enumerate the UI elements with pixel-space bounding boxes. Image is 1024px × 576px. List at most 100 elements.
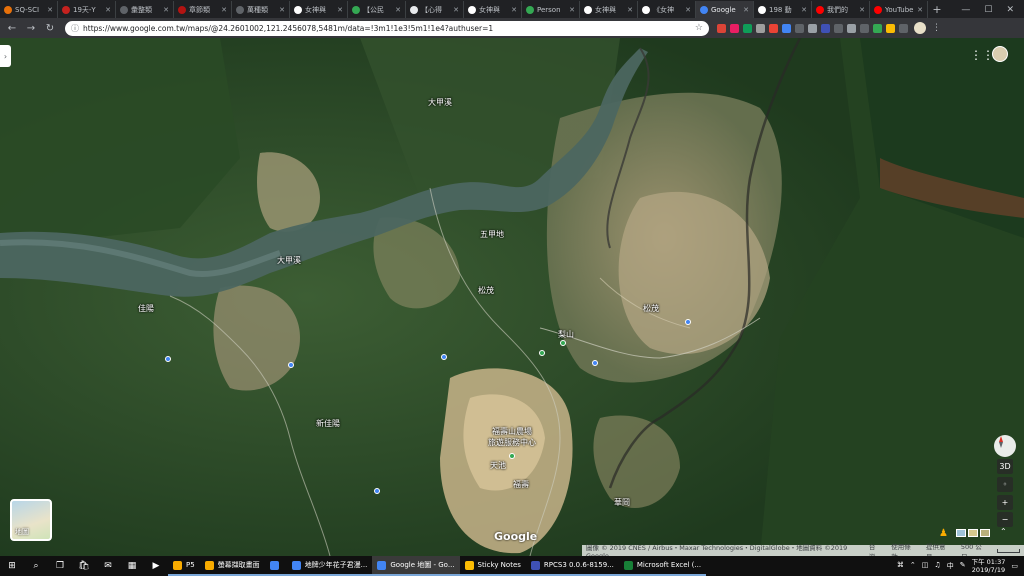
browser-tab[interactable]: 女神與 ✕ xyxy=(464,1,522,18)
collapse-side-panel-button[interactable]: › xyxy=(0,45,11,67)
location-pin[interactable] xyxy=(288,362,294,368)
tilt-3d-button[interactable]: 3D xyxy=(997,459,1013,474)
place-label[interactable]: 福壽山農場 xyxy=(492,426,532,437)
extension-icon[interactable] xyxy=(769,23,778,33)
tray-icon[interactable]: ♫ xyxy=(934,561,940,571)
browser-tab[interactable]: Google ✕ xyxy=(696,1,754,18)
new-tab-button[interactable]: + xyxy=(928,1,946,18)
extension-icon[interactable] xyxy=(834,23,843,33)
thumbnail-2[interactable] xyxy=(968,529,978,537)
store-icon[interactable]: 🛍 xyxy=(72,556,96,576)
scale-label[interactable]: 500 公尺 xyxy=(961,541,987,557)
address-bar[interactable]: ⓘ https://www.google.com.tw/maps/@24.260… xyxy=(65,20,709,36)
tray-icon[interactable]: ⌃ xyxy=(910,561,916,571)
taskbar-app[interactable]: P5 xyxy=(168,556,200,576)
apps-grid-icon[interactable]: ⋮⋮ xyxy=(970,48,994,62)
tray-icon[interactable]: ⌘ xyxy=(897,561,904,571)
browser-tab[interactable]: SQ-SCI ✕ xyxy=(0,1,58,18)
tray-icon[interactable]: ◫ xyxy=(922,561,929,571)
extension-icon[interactable] xyxy=(743,23,752,33)
place-label[interactable]: 華岡 xyxy=(614,497,630,508)
taskbar-app[interactable]: 地牌少年花子君漫... xyxy=(286,556,373,576)
browser-tab[interactable]: 我們的 ✕ xyxy=(812,1,870,18)
place-label[interactable]: 松茂 xyxy=(478,285,494,296)
browser-tab[interactable]: 【公民 ✕ xyxy=(348,1,406,18)
place-label[interactable]: 大甲溪 xyxy=(277,255,301,266)
compass-button[interactable] xyxy=(994,435,1016,457)
tab-close-icon[interactable]: ✕ xyxy=(743,6,749,14)
location-pin[interactable] xyxy=(560,340,566,346)
location-pin[interactable] xyxy=(509,453,515,459)
extension-icon[interactable] xyxy=(730,23,739,33)
place-label[interactable]: 新佳陽 xyxy=(316,418,340,429)
thumbnail-3[interactable] xyxy=(980,529,990,537)
minimize-button[interactable]: — xyxy=(961,5,970,15)
thumbnail-1[interactable] xyxy=(956,529,966,537)
browser-tab[interactable]: 女神與 ✕ xyxy=(580,1,638,18)
place-label[interactable]: 天池 xyxy=(490,460,506,471)
tab-close-icon[interactable]: ✕ xyxy=(685,6,691,14)
tab-close-icon[interactable]: ✕ xyxy=(859,6,865,14)
location-pin[interactable] xyxy=(685,319,691,325)
satellite-map[interactable]: 五甲地 佳陽 松茂 松茂 梨山 新佳陽 福壽山農場 旅遊服務中心 天池 福壽 華岡 大甲溪 大甲溪 › … xyxy=(0,38,1024,556)
place-label[interactable]: 大甲溪 xyxy=(428,97,452,108)
tab-close-icon[interactable]: ✕ xyxy=(627,6,633,14)
layers-toggle[interactable]: 地圖 xyxy=(10,499,52,541)
browser-tab[interactable]: 198 動 ✕ xyxy=(754,1,812,18)
location-pin[interactable] xyxy=(592,360,598,366)
tab-close-icon[interactable]: ✕ xyxy=(47,6,53,14)
start-icon[interactable]: ⊞ xyxy=(0,556,24,576)
extension-icon[interactable] xyxy=(860,23,869,33)
browser-tab[interactable]: 《女神 ✕ xyxy=(638,1,696,18)
media-icon[interactable]: ▶ xyxy=(144,556,168,576)
browser-tab[interactable]: 彙整類 ✕ xyxy=(116,1,174,18)
info-icon[interactable]: ⓘ xyxy=(71,23,79,34)
expand-icon[interactable]: ⌃ xyxy=(1000,527,1007,536)
pegman-icon[interactable]: ♟ xyxy=(939,528,949,540)
place-label[interactable]: 五甲地 xyxy=(480,229,504,240)
extension-icon[interactable] xyxy=(873,23,882,33)
tab-close-icon[interactable]: ✕ xyxy=(569,6,575,14)
place-label[interactable]: 福壽 xyxy=(513,479,529,490)
tray-icon[interactable]: 中 xyxy=(947,561,954,571)
tray-icon[interactable]: ✎ xyxy=(960,561,966,571)
taskbar-app[interactable] xyxy=(264,556,287,576)
tab-close-icon[interactable]: ✕ xyxy=(221,6,227,14)
back-icon[interactable]: ← xyxy=(4,20,20,36)
star-icon[interactable]: ☆ xyxy=(695,23,703,33)
extension-icon[interactable] xyxy=(795,23,804,33)
forward-icon[interactable]: → xyxy=(23,20,39,36)
tab-close-icon[interactable]: ✕ xyxy=(511,6,517,14)
tab-close-icon[interactable]: ✕ xyxy=(279,6,285,14)
tab-close-icon[interactable]: ✕ xyxy=(105,6,111,14)
browser-tab[interactable]: 萬種類 ✕ xyxy=(232,1,290,18)
extension-icon[interactable] xyxy=(717,23,726,33)
tab-close-icon[interactable]: ✕ xyxy=(801,6,807,14)
zoom-out-button[interactable]: − xyxy=(997,512,1013,527)
place-label[interactable]: 梨山 xyxy=(558,329,574,340)
taskbar-app[interactable]: RPCS3 0.0.6-8159... xyxy=(525,556,619,576)
extension-icon[interactable] xyxy=(886,23,895,33)
tab-close-icon[interactable]: ✕ xyxy=(395,6,401,14)
tab-close-icon[interactable]: ✕ xyxy=(163,6,169,14)
extension-icon[interactable] xyxy=(821,23,830,33)
location-pin[interactable] xyxy=(441,354,447,360)
place-label[interactable]: 松茂 xyxy=(643,303,659,314)
tab-close-icon[interactable]: ✕ xyxy=(453,6,459,14)
calculator-icon[interactable]: ▦ xyxy=(120,556,144,576)
location-pin[interactable] xyxy=(539,350,545,356)
browser-tab[interactable]: 章節類 ✕ xyxy=(174,1,232,18)
extension-icon[interactable] xyxy=(756,23,765,33)
browser-tab[interactable]: 女神與 ✕ xyxy=(290,1,348,18)
extension-icon[interactable] xyxy=(808,23,817,33)
browser-tab[interactable]: Person ✕ xyxy=(522,1,580,18)
taskbar-app[interactable]: Sticky Notes xyxy=(459,556,526,576)
browser-tab[interactable]: 【心得 ✕ xyxy=(406,1,464,18)
place-label[interactable]: 佳陽 xyxy=(138,303,154,314)
extension-icon[interactable] xyxy=(847,23,856,33)
tab-close-icon[interactable]: ✕ xyxy=(337,6,343,14)
country-label[interactable]: 台灣 xyxy=(869,541,881,557)
extension-icon[interactable] xyxy=(899,23,908,33)
location-pin[interactable] xyxy=(374,488,380,494)
clock[interactable]: 下午 01:37 2019/7/19 xyxy=(972,558,1006,574)
